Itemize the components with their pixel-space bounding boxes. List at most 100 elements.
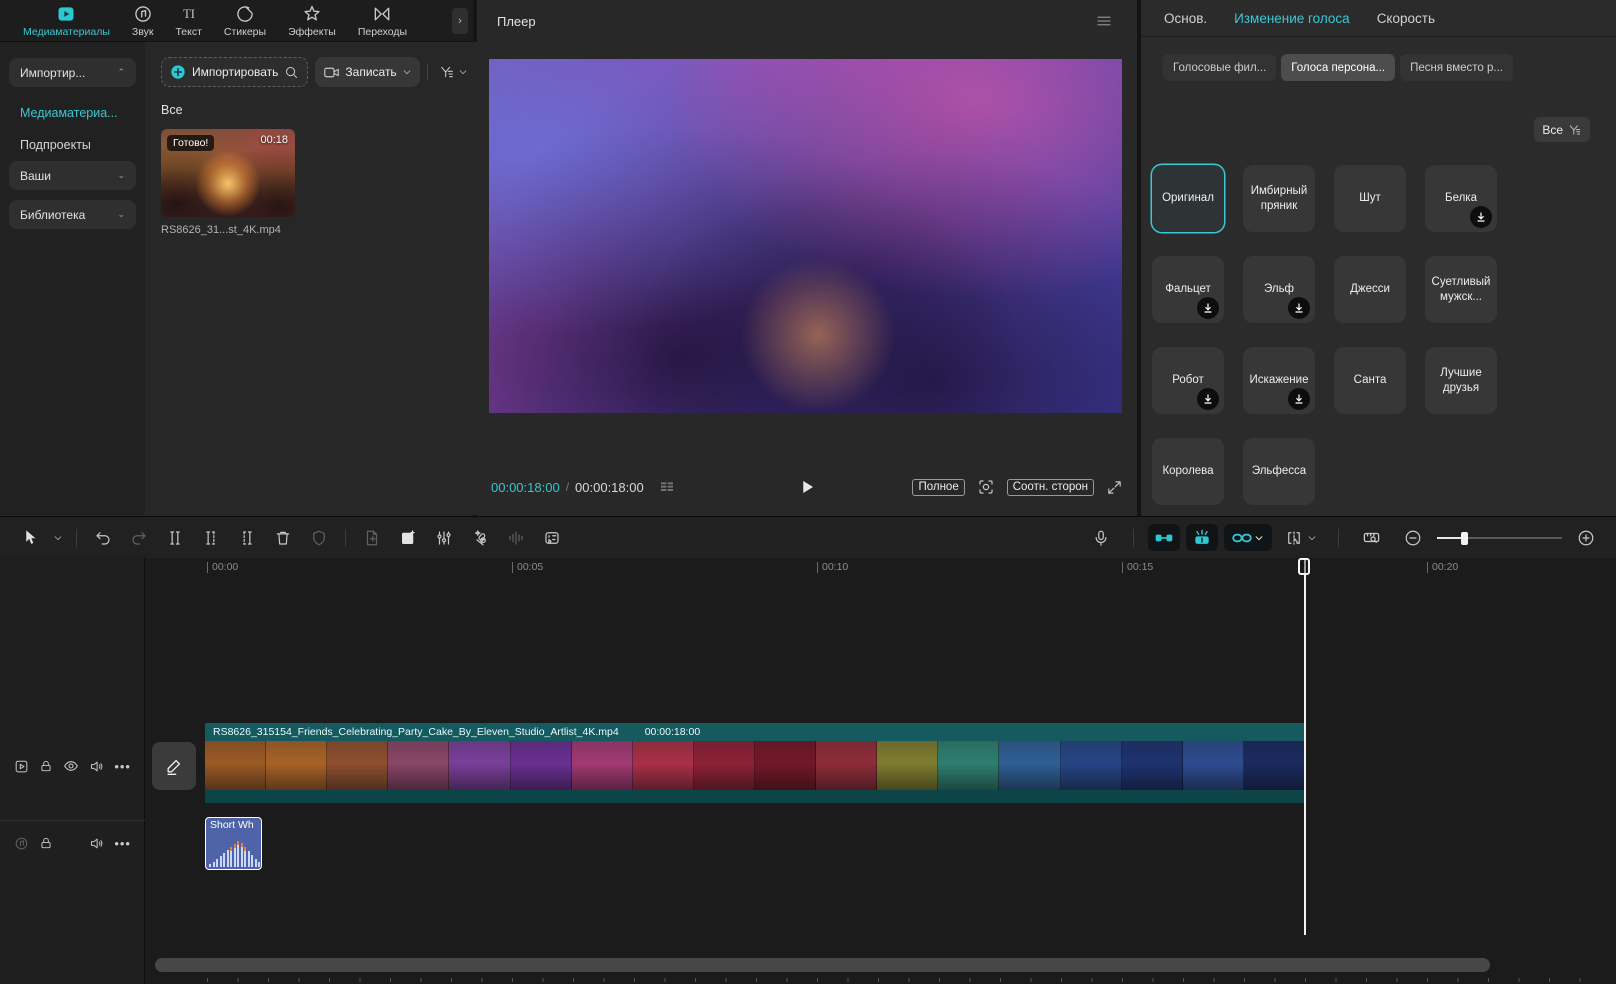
voices-filter-button[interactable]: Все xyxy=(1534,117,1590,142)
playhead-handle[interactable] xyxy=(1298,558,1310,575)
chip-voice-filters[interactable]: Голосовые фил... xyxy=(1163,54,1276,81)
keyframe-button[interactable] xyxy=(534,522,570,554)
focus-icon[interactable] xyxy=(977,478,995,496)
voice-card-7[interactable]: Суетливый мужск... xyxy=(1425,256,1497,323)
auto-snap-button[interactable] xyxy=(1186,524,1218,551)
voice-card-3[interactable]: Белка xyxy=(1425,165,1497,232)
play-button[interactable] xyxy=(798,478,816,496)
video-track-icon[interactable] xyxy=(14,759,29,774)
waveform-bar xyxy=(255,859,257,867)
zoom-slider-handle[interactable] xyxy=(1461,532,1468,545)
timeline-horizontal-scrollbar[interactable] xyxy=(155,958,1490,972)
mirror-preview-button[interactable] xyxy=(1278,522,1324,554)
delete-button[interactable] xyxy=(265,522,301,554)
split-button[interactable] xyxy=(157,522,193,554)
eye-icon[interactable] xyxy=(63,758,79,774)
select-tool-dropdown[interactable] xyxy=(48,522,68,554)
voice-enhance-button[interactable] xyxy=(462,522,498,554)
sticker-effect-button[interactable] xyxy=(390,522,426,554)
voice-card-2[interactable]: Шут xyxy=(1334,165,1406,232)
player-panel: Плеер 00:00:18:00 / 00:00:18:00 Полное С… xyxy=(477,0,1137,516)
audio-track-icon[interactable] xyxy=(14,836,29,851)
record-button[interactable]: Записать xyxy=(315,57,419,87)
speaker-icon[interactable] xyxy=(89,836,104,851)
link-clips-button[interactable] xyxy=(1224,524,1272,551)
voice-card-13[interactable]: Эльфесса xyxy=(1243,438,1315,505)
sidebar-item-yours[interactable]: Ваши ⌄ xyxy=(9,161,136,190)
lock-icon[interactable] xyxy=(39,759,53,773)
sidebar-item-media[interactable]: Медиаматериа... xyxy=(0,97,145,129)
video-clip[interactable]: RS8626_315154_Friends_Celebrating_Party_… xyxy=(205,723,1305,803)
audio-clip[interactable]: Short Wh xyxy=(205,817,262,870)
voice-card-12[interactable]: Королева xyxy=(1152,438,1224,505)
add-doc-button[interactable] xyxy=(354,522,390,554)
redo-button[interactable] xyxy=(121,522,157,554)
sidebar-item-library[interactable]: Библиотека ⌄ xyxy=(9,200,136,229)
fullscreen-icon[interactable] xyxy=(1106,479,1123,496)
voice-card-4[interactable]: Фальцет xyxy=(1152,256,1224,323)
status-badge: Готово! xyxy=(167,135,214,151)
voice-card-8[interactable]: Робот xyxy=(1152,347,1224,414)
split-left-button[interactable] xyxy=(193,522,229,554)
download-icon[interactable] xyxy=(1197,388,1219,410)
tab-transitions[interactable]: Переходы xyxy=(349,0,416,42)
track-more-button[interactable]: ••• xyxy=(114,759,131,774)
filter-icon xyxy=(1568,123,1582,137)
timeline-preview-button[interactable] xyxy=(1353,522,1389,554)
voice-card-11[interactable]: Лучшие друзья xyxy=(1425,347,1497,414)
tab-media[interactable]: Медиаматериалы xyxy=(14,0,119,42)
download-icon[interactable] xyxy=(1470,206,1492,228)
tab-audio[interactable]: Звук xyxy=(123,0,163,42)
voice-card-1[interactable]: Имбирный пряник xyxy=(1243,165,1315,232)
tab-text[interactable]: TI Текст xyxy=(166,0,210,42)
sidebar-item-import[interactable]: Импортир... ⌃ xyxy=(9,58,136,87)
tab-speed[interactable]: Скорость xyxy=(1377,11,1435,26)
tab-stickers[interactable]: Стикеры xyxy=(215,0,275,42)
media-thumbnail[interactable]: Готово! 00:18 xyxy=(161,129,295,217)
audio-waveform-button[interactable] xyxy=(498,522,534,554)
track-more-button[interactable]: ••• xyxy=(114,836,131,851)
select-tool-button[interactable] xyxy=(12,522,48,554)
chip-character-voices[interactable]: Голоса персона... xyxy=(1281,54,1395,81)
download-icon[interactable] xyxy=(1288,388,1310,410)
tab-voice-change[interactable]: Изменение голоса xyxy=(1234,11,1350,26)
timeline-ruler[interactable]: 00:0000:0500:1000:1500:20 xyxy=(145,558,1616,582)
voice-card-5[interactable]: Эльф xyxy=(1243,256,1315,323)
tab-basic[interactable]: Основ. xyxy=(1164,11,1207,26)
magnet-snap-button[interactable] xyxy=(1148,524,1180,551)
frames-icon[interactable] xyxy=(658,479,676,495)
quality-button[interactable]: Полное xyxy=(912,479,964,496)
speaker-icon[interactable] xyxy=(89,759,104,774)
filmstrip-frame xyxy=(633,741,694,790)
timeline-zoom-slider[interactable] xyxy=(1437,528,1562,548)
undo-button[interactable] xyxy=(85,522,121,554)
record-voiceover-button[interactable] xyxy=(1083,522,1119,554)
voice-card-10[interactable]: Санта xyxy=(1334,347,1406,414)
sidebar-item-subprojects[interactable]: Подпроекты xyxy=(0,129,145,161)
player-menu-icon[interactable] xyxy=(1095,12,1113,30)
chevron-down-icon xyxy=(458,67,468,77)
media-filter-button[interactable] xyxy=(435,57,472,87)
edit-track-button[interactable] xyxy=(152,742,196,790)
aspect-ratio-button[interactable]: Соотн. сторон xyxy=(1007,479,1094,496)
toolbar-separator xyxy=(345,529,346,547)
sticker-sparkle-icon xyxy=(399,529,417,547)
download-icon[interactable] xyxy=(1197,297,1219,319)
zoom-out-button[interactable] xyxy=(1395,522,1431,554)
voice-card-0[interactable]: Оригинал xyxy=(1152,165,1224,232)
playhead[interactable] xyxy=(1304,558,1306,935)
keyframe-icon xyxy=(543,529,561,547)
expand-tabs-button[interactable]: › xyxy=(452,8,468,34)
voice-card-label: Фальцет xyxy=(1162,282,1214,297)
voice-card-6[interactable]: Джесси xyxy=(1334,256,1406,323)
zoom-in-button[interactable] xyxy=(1568,522,1604,554)
adjust-button[interactable] xyxy=(426,522,462,554)
import-button[interactable]: Импортировать xyxy=(161,57,308,87)
mask-button[interactable] xyxy=(301,522,337,554)
chip-song-instead[interactable]: Песня вместо р... xyxy=(1400,54,1513,81)
download-icon[interactable] xyxy=(1288,297,1310,319)
voice-card-9[interactable]: Искажение xyxy=(1243,347,1315,414)
lock-icon[interactable] xyxy=(39,836,53,850)
tab-effects[interactable]: Эффекты xyxy=(279,0,345,42)
split-right-button[interactable] xyxy=(229,522,265,554)
